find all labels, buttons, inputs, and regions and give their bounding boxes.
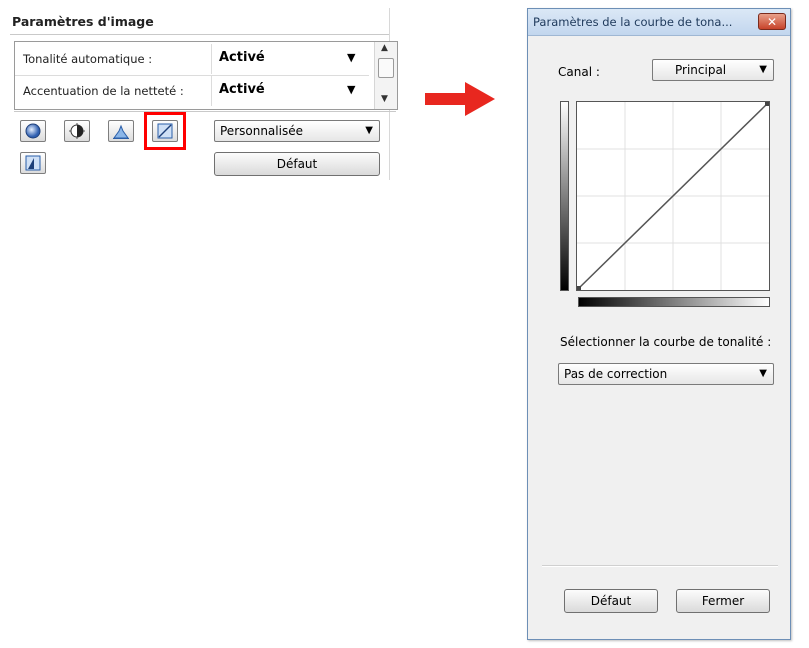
title-divider (10, 34, 390, 35)
close-icon[interactable]: ✕ (758, 13, 786, 30)
setting-row-auto-tone: Tonalité automatique : Activé ▼ (15, 44, 369, 74)
curve-preset-dropdown[interactable]: Pas de correction ▼ (558, 363, 774, 385)
setting-label: Tonalité automatique : (23, 52, 153, 66)
chevron-down-icon[interactable]: ▼ (347, 51, 355, 64)
chevron-down-icon: ▼ (365, 125, 373, 136)
channel-label: Canal : (558, 65, 600, 79)
image-settings-panel: Paramètres d'image Tonalité automatique … (10, 8, 398, 180)
chevron-down-icon[interactable]: ▼ (347, 83, 355, 96)
column-divider (211, 44, 212, 74)
scroll-down-icon[interactable]: ▼ (381, 94, 388, 104)
window-titlebar[interactable]: Paramètres de la courbe de tona... ✕ (528, 9, 790, 36)
contrast-icon (69, 123, 85, 139)
default-button[interactable]: Défaut (214, 152, 380, 176)
tone-curve-button[interactable] (152, 120, 178, 142)
window-title: Paramètres de la courbe de tona... (533, 15, 733, 29)
brightness-icon (25, 123, 41, 139)
arrow-right-icon (425, 82, 495, 116)
tone-curve-plot (577, 102, 769, 290)
chevron-down-icon: ▼ (759, 64, 767, 75)
curve-preset-value: Pas de correction (564, 367, 668, 381)
threshold-icon (25, 155, 41, 171)
contrast-button[interactable] (64, 120, 90, 142)
footer-divider (542, 565, 778, 567)
output-gradient-bar (560, 101, 569, 291)
setting-row-sharpness: Accentuation de la netteté : Activé ▼ (15, 76, 369, 106)
input-gradient-bar (578, 297, 770, 307)
histogram-button[interactable] (108, 120, 134, 142)
channel-dropdown[interactable]: Principal ▼ (652, 59, 774, 81)
curve-select-label: Sélectionner la courbe de tonalité : (560, 335, 772, 349)
adjustment-tools: Personnalisée ▼ Défaut (14, 111, 396, 182)
window-default-button[interactable]: Défaut (564, 589, 658, 613)
settings-scrollbar[interactable]: ▲ ▼ (374, 42, 397, 109)
chevron-down-icon: ▼ (759, 368, 767, 379)
settings-list: Tonalité automatique : Activé ▼ Accentua… (14, 41, 398, 110)
histogram-icon (113, 124, 129, 139)
column-divider (211, 76, 212, 106)
panel-title: Paramètres d'image (12, 14, 154, 29)
setting-label: Accentuation de la netteté : (23, 84, 184, 98)
window-close-button[interactable]: Fermer (676, 589, 770, 613)
auto-tone-dropdown[interactable]: Activé (219, 50, 265, 65)
tone-curve-window: Paramètres de la courbe de tona... ✕ Can… (527, 8, 791, 640)
tone-curve-icon (157, 123, 173, 139)
threshold-button[interactable] (20, 152, 46, 174)
preset-value: Personnalisée (220, 124, 303, 138)
scroll-up-icon[interactable]: ▲ (381, 43, 388, 53)
preset-dropdown[interactable]: Personnalisée ▼ (214, 120, 380, 142)
channel-value: Principal (675, 63, 727, 77)
sharpness-dropdown[interactable]: Activé (219, 82, 265, 97)
scroll-thumb[interactable] (378, 58, 394, 78)
tone-curve-graph[interactable] (576, 101, 770, 291)
brightness-button[interactable] (20, 120, 46, 142)
